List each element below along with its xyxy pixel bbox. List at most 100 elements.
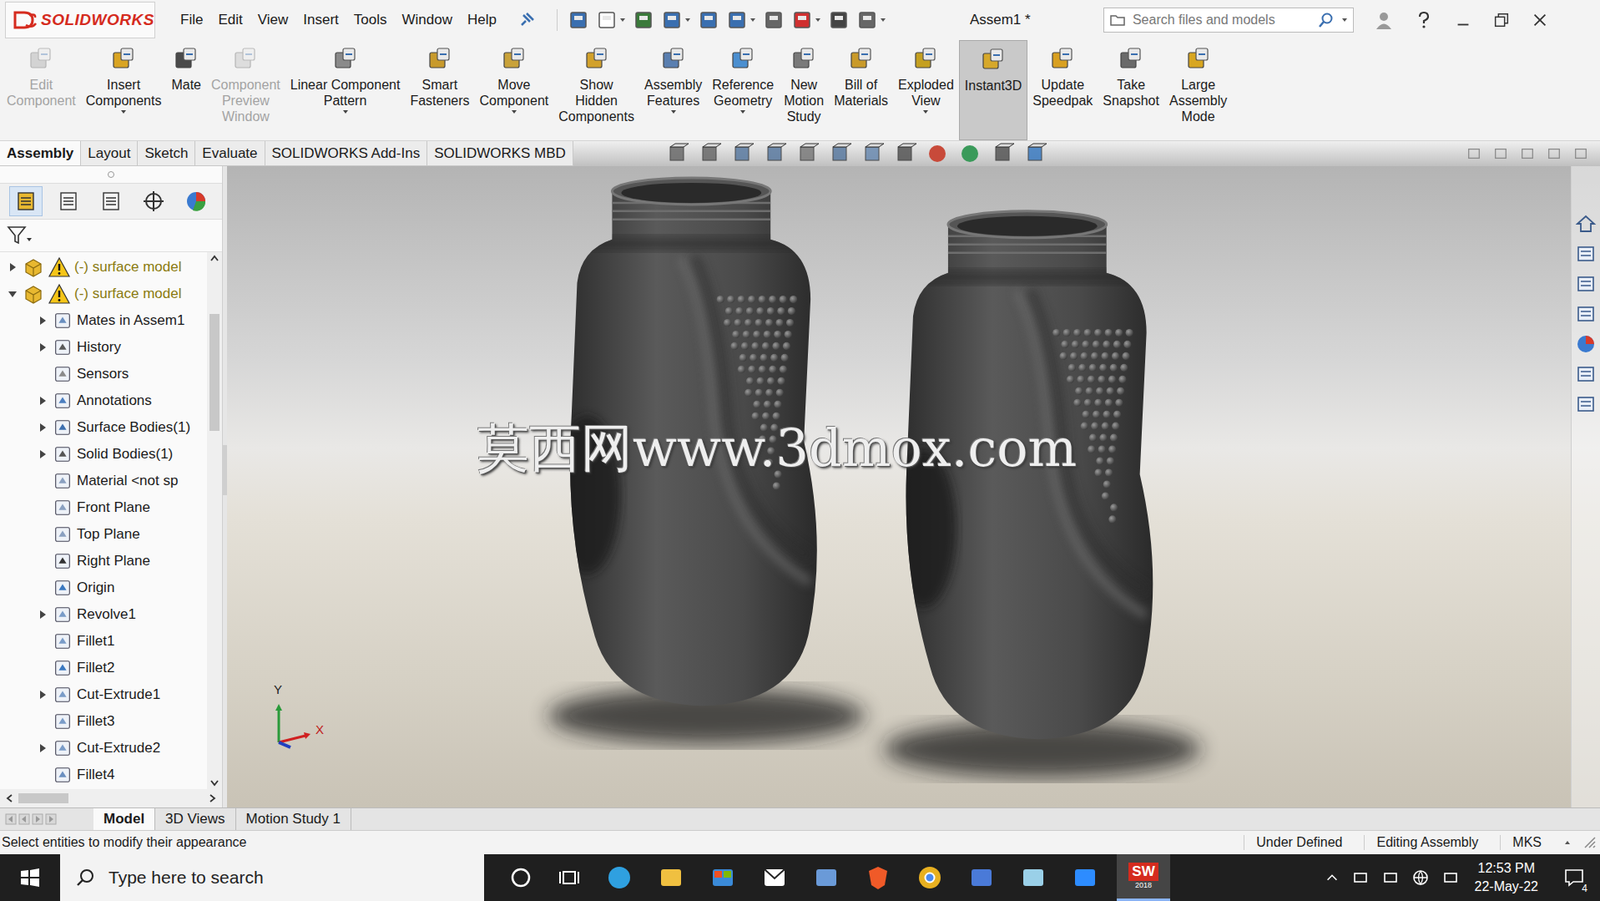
task-pane-icon[interactable] <box>1574 333 1597 355</box>
toolbar-button[interactable] <box>661 9 692 31</box>
command-button[interactable]: SmartFasteners <box>404 40 475 141</box>
app-icon[interactable] <box>1071 863 1099 891</box>
command-button[interactable]: ReferenceGeometry <box>706 40 779 141</box>
tree-item[interactable]: Cut-Extrude2 <box>0 734 207 762</box>
toolbar-button[interactable] <box>726 9 757 31</box>
collapse-icon[interactable] <box>106 170 116 179</box>
tree-item[interactable]: Top Plane <box>0 520 207 548</box>
tree-item[interactable]: Mates in Assem1 <box>0 307 207 334</box>
tab-nav-arrow-icon[interactable] <box>31 812 44 825</box>
minimize-icon[interactable] <box>1453 10 1473 30</box>
tray-icon[interactable] <box>1381 868 1400 887</box>
viewport-window-icon[interactable] <box>1546 146 1562 162</box>
tree-item[interactable]: Fillet4 <box>0 761 207 788</box>
task-view-icon[interactable] <box>557 865 581 889</box>
view-tool-icon[interactable] <box>730 141 754 166</box>
view-tool-icon[interactable] <box>795 141 819 166</box>
tray-icon[interactable] <box>1411 868 1430 887</box>
app-icon[interactable] <box>864 863 892 891</box>
dropdown-icon[interactable] <box>510 108 518 116</box>
tree-item[interactable]: Origin <box>0 574 207 601</box>
panel-tab[interactable] <box>94 186 128 217</box>
model-tab[interactable]: 3D Views <box>155 807 237 830</box>
model-tab[interactable]: Model <box>93 807 156 830</box>
command-tab[interactable]: SOLIDWORKS MBD <box>427 141 574 166</box>
view-tool-icon[interactable] <box>827 141 852 166</box>
status-item[interactable]: MKS <box>1499 834 1554 850</box>
dropdown-icon[interactable] <box>670 108 677 116</box>
dropdown-icon[interactable] <box>342 108 349 116</box>
viewport-window-icon[interactable] <box>1519 146 1535 162</box>
app-icon[interactable] <box>1019 863 1047 891</box>
windows-start-icon[interactable] <box>20 867 41 888</box>
search-field[interactable]: Search files and models <box>1103 7 1354 33</box>
filter-icon[interactable] <box>6 224 32 247</box>
expander[interactable] <box>36 342 49 353</box>
tab-nav-arrow-icon[interactable] <box>5 812 17 825</box>
model-canvas[interactable]: 莫西网www.3dmox.comYX <box>227 166 1571 808</box>
status-item[interactable]: Editing Assembly <box>1363 834 1490 850</box>
resize-grip-icon[interactable] <box>1581 833 1599 851</box>
scroll-down-icon[interactable] <box>209 777 220 788</box>
toolbar-button[interactable] <box>595 9 626 31</box>
panel-tab[interactable] <box>179 186 213 217</box>
tree-item[interactable]: (-) surface model <box>0 253 207 281</box>
toolbar-button[interactable] <box>827 9 850 31</box>
expander[interactable] <box>36 609 49 620</box>
view-tool-icon[interactable] <box>925 141 949 166</box>
expander[interactable] <box>36 449 49 460</box>
tree-item[interactable]: Sensors <box>0 360 207 388</box>
view-tool-icon[interactable] <box>958 141 982 166</box>
command-button[interactable]: AssemblyFeatures <box>639 40 707 141</box>
expander[interactable] <box>6 288 19 299</box>
notification-center[interactable]: 4 <box>1553 853 1595 901</box>
tree-item[interactable]: (-) surface model <box>0 280 207 308</box>
command-button[interactable]: ExplodedView <box>893 40 959 141</box>
command-tab[interactable]: Evaluate <box>195 141 265 166</box>
command-button[interactable]: NewMotionStudy <box>778 40 829 141</box>
command-button[interactable]: ComponentPreviewWindow <box>206 40 286 141</box>
tree-item[interactable]: Surface Bodies(1) <box>0 413 207 441</box>
expander[interactable] <box>36 422 49 433</box>
app-icon[interactable] <box>709 863 737 891</box>
user-icon[interactable] <box>1373 10 1394 31</box>
expander[interactable] <box>36 742 49 753</box>
command-tab[interactable]: Assembly <box>0 141 81 166</box>
viewport-window-icon[interactable] <box>1466 146 1482 162</box>
logo[interactable]: SOLIDWORKS <box>5 1 156 39</box>
cortana-icon[interactable] <box>509 865 533 889</box>
app-icon[interactable] <box>605 863 633 891</box>
viewport-window-icon[interactable] <box>1573 146 1589 162</box>
command-button[interactable]: Mate <box>166 40 207 141</box>
expander[interactable] <box>36 315 49 326</box>
tree-item[interactable]: Cut-Extrude1 <box>0 681 207 708</box>
tray-icon[interactable] <box>1441 868 1460 887</box>
command-tab[interactable]: Sketch <box>137 141 196 166</box>
toolbar-button[interactable] <box>762 9 785 31</box>
tree-item[interactable]: Fillet2 <box>0 654 207 682</box>
status-item[interactable]: Under Defined <box>1243 834 1354 850</box>
command-button[interactable]: TakeSnapshot <box>1097 40 1165 141</box>
taskbar-search[interactable]: Type here to search <box>60 853 485 901</box>
panel-tab[interactable] <box>51 186 86 217</box>
panel-tab[interactable] <box>9 186 43 217</box>
tree-item[interactable]: Material <not sp <box>0 467 207 495</box>
tab-nav-arrow-icon[interactable] <box>45 812 57 825</box>
bottle-model[interactable] <box>883 211 1202 778</box>
expander[interactable] <box>36 689 49 700</box>
dropdown-icon[interactable] <box>922 108 929 116</box>
menu-item[interactable]: Edit <box>217 11 243 29</box>
app-icon[interactable] <box>916 863 944 891</box>
dropdown-icon[interactable] <box>739 108 747 116</box>
restore-icon[interactable] <box>1492 10 1511 30</box>
clock[interactable]: 12:53 PM22-May-22 <box>1471 858 1554 896</box>
view-tool-icon[interactable] <box>1023 141 1047 166</box>
command-tab[interactable]: SOLIDWORKS Add-Ins <box>265 141 429 166</box>
units-dropdown-icon[interactable] <box>1563 837 1572 847</box>
task-pane-icon[interactable] <box>1574 212 1597 235</box>
help-icon[interactable] <box>1413 10 1434 31</box>
tree-item[interactable]: Annotations <box>0 387 207 414</box>
command-button[interactable]: EditComponent <box>1 40 81 141</box>
menu-item[interactable]: Help <box>467 11 497 29</box>
command-button[interactable]: MoveComponent <box>474 40 555 141</box>
